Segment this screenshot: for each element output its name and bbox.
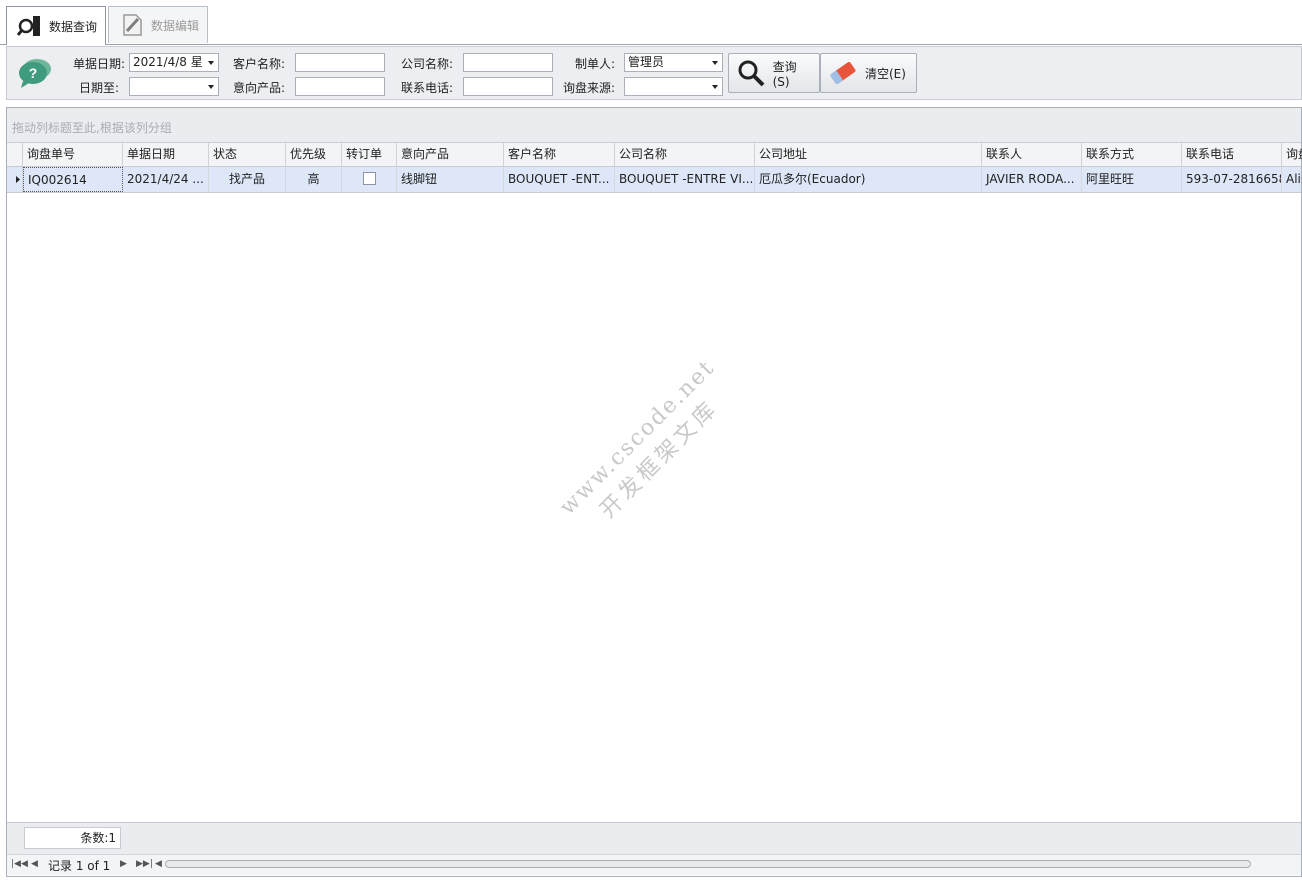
chevron-down-icon bbox=[712, 61, 718, 65]
row-cell[interactable]: BOUQUET -ENT... bbox=[504, 167, 615, 192]
column-header[interactable]: 单据日期 bbox=[123, 143, 209, 166]
product-label: 意向产品: bbox=[232, 81, 285, 95]
horizontal-scrollbar[interactable] bbox=[165, 860, 1251, 868]
date-to-label: 日期至: bbox=[78, 81, 119, 95]
record-navigator: |◀◀ ◀ 记录 1 of 1 ▶ ▶▶| ◀ bbox=[7, 854, 1301, 875]
date-to-picker[interactable] bbox=[129, 77, 219, 96]
grid-header: 询盘单号 单据日期 状态 优先级 转订单 意向产品 客户名称 公司名称 公司地址… bbox=[7, 142, 1302, 167]
prev-record-icon[interactable]: ◀ bbox=[31, 859, 38, 869]
tab-label: 数据查询 bbox=[49, 19, 98, 34]
bill-date-value: 2021/4/8 星 bbox=[133, 55, 203, 69]
row-cell[interactable]: 找产品 bbox=[209, 167, 286, 192]
svg-text:?: ? bbox=[29, 65, 38, 81]
chevron-down-icon bbox=[208, 85, 214, 89]
column-header[interactable]: 优先级 bbox=[286, 143, 342, 166]
column-header[interactable]: 询盘单号 bbox=[23, 143, 123, 166]
tab-data-query[interactable]: 数据查询 bbox=[6, 6, 106, 45]
clear-button[interactable]: 清空(E) bbox=[820, 53, 917, 93]
column-header[interactable]: 联系方式 bbox=[1082, 143, 1182, 166]
product-input[interactable] bbox=[295, 77, 385, 96]
tab-data-edit[interactable]: 数据编辑 bbox=[108, 6, 208, 43]
creator-select[interactable]: 管理员 bbox=[624, 53, 723, 72]
column-header[interactable]: 公司地址 bbox=[755, 143, 982, 166]
group-panel[interactable]: 拖动列标题至此,根据该列分组 bbox=[7, 108, 1301, 142]
column-header[interactable]: 联系电话 bbox=[1182, 143, 1282, 166]
column-header[interactable]: 联系人 bbox=[982, 143, 1082, 166]
creator-label: 制单人: bbox=[574, 57, 615, 71]
table-row[interactable]: IQ002614 2021/4/24 ... 找产品 高 线脚钮 BOUQUET… bbox=[7, 167, 1302, 193]
grid-footer: 条数:1 bbox=[7, 822, 1301, 855]
row-cell[interactable]: 线脚钮 bbox=[397, 167, 504, 192]
help-chat-icon[interactable]: ? bbox=[17, 57, 53, 89]
company-input[interactable] bbox=[463, 53, 553, 72]
row-cell[interactable]: JAVIER RODA... bbox=[982, 167, 1082, 192]
scroll-left-icon[interactable]: ◀ bbox=[155, 859, 162, 869]
record-count: 条数:1 bbox=[24, 827, 121, 849]
row-indicator-icon bbox=[7, 167, 23, 192]
column-header[interactable]: 客户名称 bbox=[504, 143, 615, 166]
customer-input[interactable] bbox=[295, 53, 385, 72]
query-button[interactable]: 查询(S) bbox=[728, 53, 820, 93]
first-record-icon[interactable]: |◀◀ bbox=[11, 859, 28, 869]
column-header[interactable]: 状态 bbox=[209, 143, 286, 166]
edit-document-icon bbox=[117, 10, 147, 40]
row-cell[interactable]: 阿里旺旺 bbox=[1082, 167, 1182, 192]
eraser-icon bbox=[827, 57, 859, 89]
row-cell[interactable]: 厄瓜多尔(Ecuador) bbox=[755, 167, 982, 192]
row-cell[interactable]: 2021/4/24 ... bbox=[123, 167, 209, 192]
clear-button-label: 清空(E) bbox=[865, 66, 906, 81]
row-cell[interactable]: BOUQUET -ENTRE VI... bbox=[615, 167, 755, 192]
creator-value: 管理员 bbox=[628, 55, 665, 69]
customer-label: 客户名称: bbox=[232, 57, 285, 71]
phone-label: 联系电话: bbox=[400, 81, 453, 95]
source-label: 询盘来源: bbox=[562, 81, 615, 95]
last-record-icon[interactable]: ▶▶| bbox=[136, 859, 153, 869]
data-grid: 拖动列标题至此,根据该列分组 询盘单号 单据日期 状态 优先级 转订单 意向产品… bbox=[6, 107, 1302, 877]
column-header[interactable]: 询盘 bbox=[1282, 143, 1302, 166]
column-header[interactable]: 公司名称 bbox=[615, 143, 755, 166]
next-record-icon[interactable]: ▶ bbox=[120, 859, 127, 869]
chevron-down-icon bbox=[208, 61, 214, 65]
row-cell-checkbox[interactable] bbox=[342, 167, 397, 192]
tab-strip: 数据查询 数据编辑 bbox=[0, 0, 1302, 45]
source-select[interactable] bbox=[624, 77, 723, 96]
tab-label: 数据编辑 bbox=[151, 18, 200, 33]
chevron-down-icon bbox=[712, 85, 718, 89]
search-panel: ? 单据日期: 2021/4/8 星 日期至: 客户名称: 意向产品: 公司名称… bbox=[6, 46, 1302, 100]
query-button-label: 查询(S) bbox=[772, 59, 797, 89]
row-cell[interactable]: Alib bbox=[1282, 167, 1302, 192]
row-cell[interactable]: 高 bbox=[286, 167, 342, 192]
header-indicator bbox=[7, 143, 23, 166]
company-label: 公司名称: bbox=[400, 57, 453, 71]
group-hint: 拖动列标题至此,根据该列分组 bbox=[12, 121, 172, 135]
bill-date-label: 单据日期: bbox=[72, 57, 125, 71]
column-header[interactable]: 转订单 bbox=[342, 143, 397, 166]
row-cell[interactable]: 593-07-2816658 bbox=[1182, 167, 1282, 192]
convert-order-checkbox[interactable] bbox=[362, 172, 376, 185]
row-cell[interactable]: IQ002614 bbox=[23, 167, 123, 192]
column-header[interactable]: 意向产品 bbox=[397, 143, 504, 166]
bill-date-picker[interactable]: 2021/4/8 星 bbox=[129, 53, 219, 72]
magnifier-icon bbox=[735, 57, 767, 89]
phone-input[interactable] bbox=[463, 77, 553, 96]
search-chart-icon bbox=[15, 11, 45, 41]
record-position: 记录 1 of 1 bbox=[48, 859, 111, 873]
